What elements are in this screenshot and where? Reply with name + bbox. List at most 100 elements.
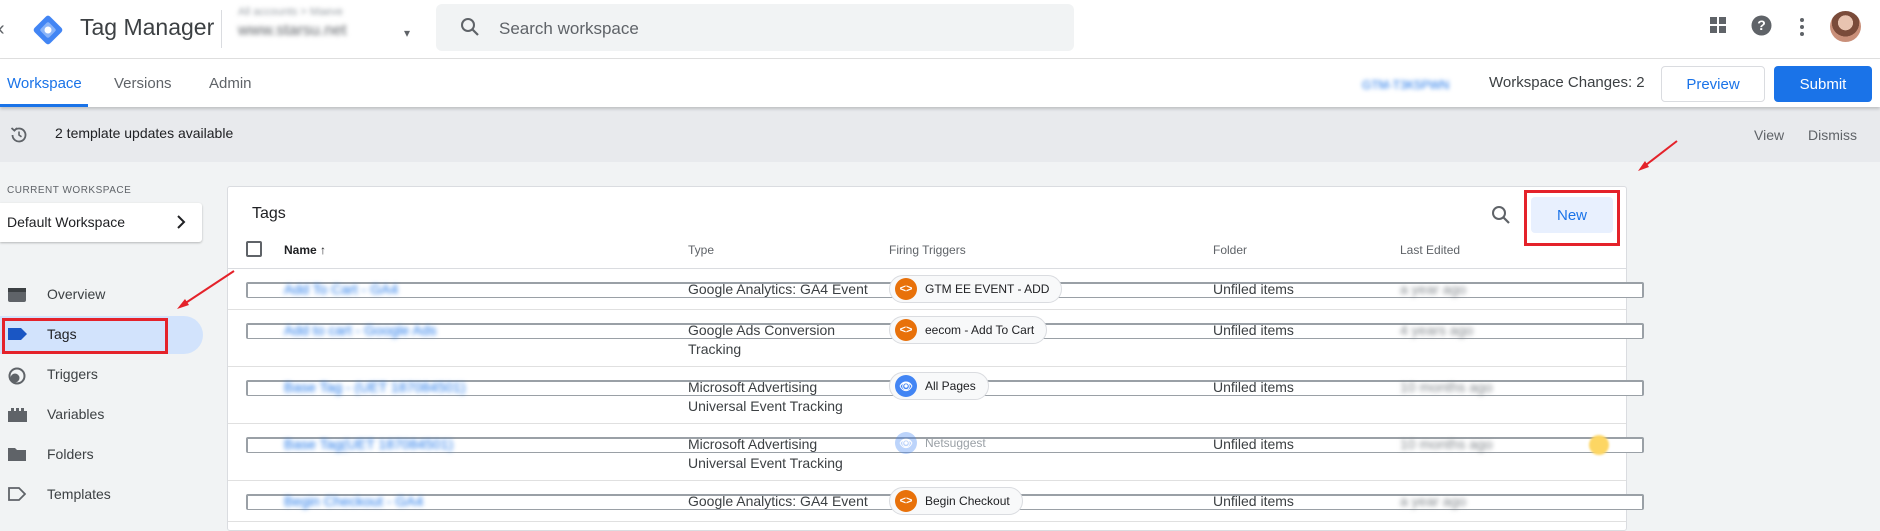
tag-name-link[interactable]: Base Tag(UET 187084501) — [284, 435, 453, 454]
submit-button[interactable]: Submit — [1774, 66, 1872, 102]
workspace-nav-bar: Workspace Versions Admin GTM-T3K5PWN Wor… — [0, 59, 1880, 107]
banner-view-link[interactable]: View — [1754, 127, 1784, 143]
column-firing-triggers[interactable]: Firing Triggers — [889, 243, 966, 257]
tag-last-edited: 10 months ago — [1400, 436, 1493, 452]
sidebar-item-label: Variables — [47, 406, 105, 422]
chevron-right-icon — [177, 215, 186, 229]
trigger-chip[interactable]: 👁 All Pages — [889, 372, 989, 400]
svg-text:?: ? — [1757, 17, 1766, 33]
preview-button[interactable]: Preview — [1661, 66, 1765, 102]
tag-folder: Unfiled items — [1213, 493, 1294, 509]
custom-event-trigger-icon: <> — [895, 278, 917, 300]
tag-name-link[interactable]: Add To Cart - GA4 — [284, 280, 398, 299]
sort-ascending-icon: ↑ — [320, 243, 327, 257]
trigger-chip[interactable]: <> GTM EE EVENT - ADD — [889, 275, 1063, 303]
trigger-label: eecom - Add To Cart — [925, 323, 1035, 337]
trigger-label: All Pages — [925, 379, 976, 393]
tag-folder: Unfiled items — [1213, 436, 1294, 452]
search-icon — [461, 18, 479, 36]
overview-icon — [8, 288, 26, 302]
tag-name-link[interactable]: Base Tag - (UET 187084501) — [284, 378, 466, 397]
sidebar-item-label: Folders — [47, 446, 94, 462]
tag-last-edited: 4 years ago — [1400, 322, 1474, 338]
tab-admin[interactable]: Admin — [209, 75, 252, 92]
banner-dismiss-link[interactable]: Dismiss — [1808, 127, 1857, 143]
table-row[interactable]: Add To Cart - GA4 Google Analytics: GA4 … — [228, 270, 1644, 310]
container-id[interactable]: GTM-T3K5PWN — [1362, 78, 1449, 92]
tags-panel: Tags New Name ↑ Type Firing Triggers Fol… — [227, 186, 1644, 531]
pageview-trigger-icon: 👁 — [895, 375, 917, 397]
table-row[interactable]: Base Tag(UET 187084501) Microsoft Advert… — [228, 425, 1644, 481]
sidebar-item-label: Templates — [47, 486, 111, 502]
tag-type: Microsoft Advertising Universal Event Tr… — [688, 379, 843, 414]
top-bar: ‹ Tag Manager All accounts > Maeve www.s… — [0, 0, 1880, 59]
custom-event-trigger-icon: <> — [895, 490, 917, 512]
column-last-edited[interactable]: Last Edited — [1400, 243, 1460, 257]
tag-last-edited: 10 months ago — [1400, 379, 1493, 395]
account-path: All accounts > Maeve — [238, 6, 343, 18]
trigger-icon — [8, 367, 26, 385]
container-dropdown-icon[interactable]: ▾ — [404, 26, 410, 40]
variables-icon — [8, 408, 27, 422]
column-folder[interactable]: Folder — [1213, 243, 1247, 257]
tab-versions[interactable]: Versions — [114, 75, 172, 92]
search-workspace-input[interactable]: Search workspace — [436, 4, 1074, 51]
folder-icon — [8, 448, 26, 461]
app-title: Tag Manager — [80, 14, 215, 40]
table-row[interactable]: Add to cart - Google Ads Google Ads Conv… — [228, 311, 1644, 367]
template-update-banner: 2 template updates available View Dismis… — [0, 107, 1880, 162]
tag-type: Google Analytics: GA4 Event — [688, 281, 868, 297]
tab-workspace[interactable]: Workspace — [7, 75, 82, 92]
workspace-name: Default Workspace — [7, 214, 126, 230]
container-selector[interactable]: All accounts > Maeve www.starsu.net — [238, 6, 413, 40]
column-name[interactable]: Name ↑ — [284, 243, 326, 257]
annotation-highlight-tags — [2, 318, 168, 354]
select-all-checkbox[interactable] — [246, 241, 262, 257]
tag-name-link[interactable]: Add to cart - Google Ads — [284, 321, 437, 340]
tag-last-edited: a year ago — [1400, 493, 1467, 509]
divider — [221, 10, 222, 48]
avatar[interactable] — [1830, 11, 1861, 42]
sidebar-item-label: Overview — [47, 286, 106, 302]
help-icon[interactable]: ? — [1751, 15, 1772, 36]
back-chevron-icon[interactable]: ‹ — [0, 18, 5, 41]
trigger-label: Netsuggest — [925, 436, 986, 450]
template-icon — [8, 487, 26, 501]
trigger-chip[interactable]: <> Begin Checkout — [889, 487, 1023, 515]
sidebar-item-folders[interactable]: Folders — [0, 436, 203, 474]
tag-type: Google Ads Conversion Tracking — [688, 322, 836, 357]
update-history-icon — [10, 127, 27, 143]
table-header: Name ↑ Type Firing Triggers Folder Last … — [228, 241, 1626, 269]
trigger-label: Begin Checkout — [925, 494, 1010, 508]
status-indicator — [1589, 435, 1609, 455]
current-workspace-label: CURRENT WORKSPACE — [7, 185, 132, 196]
sidebar-item-label: Triggers — [47, 366, 98, 382]
workspace-changes[interactable]: Workspace Changes: 2 — [1489, 74, 1645, 91]
banner-message: 2 template updates available — [55, 125, 234, 141]
tag-last-edited: a year ago — [1400, 281, 1467, 297]
tag-folder: Unfiled items — [1213, 281, 1294, 297]
tag-folder: Unfiled items — [1213, 322, 1294, 338]
trigger-label: GTM EE EVENT - ADD — [925, 282, 1050, 296]
sidebar-item-variables[interactable]: Variables — [0, 396, 203, 434]
tag-manager-logo-icon[interactable] — [31, 13, 65, 47]
apps-grid-icon[interactable] — [1709, 16, 1727, 34]
sidebar-item-overview[interactable]: Overview — [0, 276, 203, 314]
trigger-chip[interactable]: <> eecom - Add To Cart — [889, 316, 1048, 344]
search-placeholder: Search workspace — [499, 19, 639, 38]
search-icon[interactable] — [1491, 205, 1511, 225]
table-row[interactable]: Base Tag - (UET 187084501) Microsoft Adv… — [228, 368, 1644, 424]
sidebar-item-triggers[interactable]: Triggers — [0, 356, 203, 394]
container-name: www.starsu.net — [238, 22, 347, 39]
trigger-chip[interactable]: 👁 Netsuggest — [889, 429, 999, 457]
sidebar-item-templates[interactable]: Templates — [0, 476, 203, 514]
pageview-trigger-icon: 👁 — [895, 432, 917, 454]
active-tab-indicator — [0, 104, 88, 107]
tag-type: Google Analytics: GA4 Event — [688, 493, 868, 509]
workspace-selector[interactable]: Default Workspace — [0, 203, 202, 242]
tag-name-link[interactable]: Begin Checkout - GA4 — [284, 492, 423, 511]
column-type[interactable]: Type — [688, 243, 714, 257]
more-vert-icon[interactable] — [1799, 17, 1805, 37]
table-row[interactable]: Begin Checkout - GA4 Google Analytics: G… — [228, 482, 1644, 522]
tag-type: Microsoft Advertising Universal Event Tr… — [688, 436, 843, 471]
